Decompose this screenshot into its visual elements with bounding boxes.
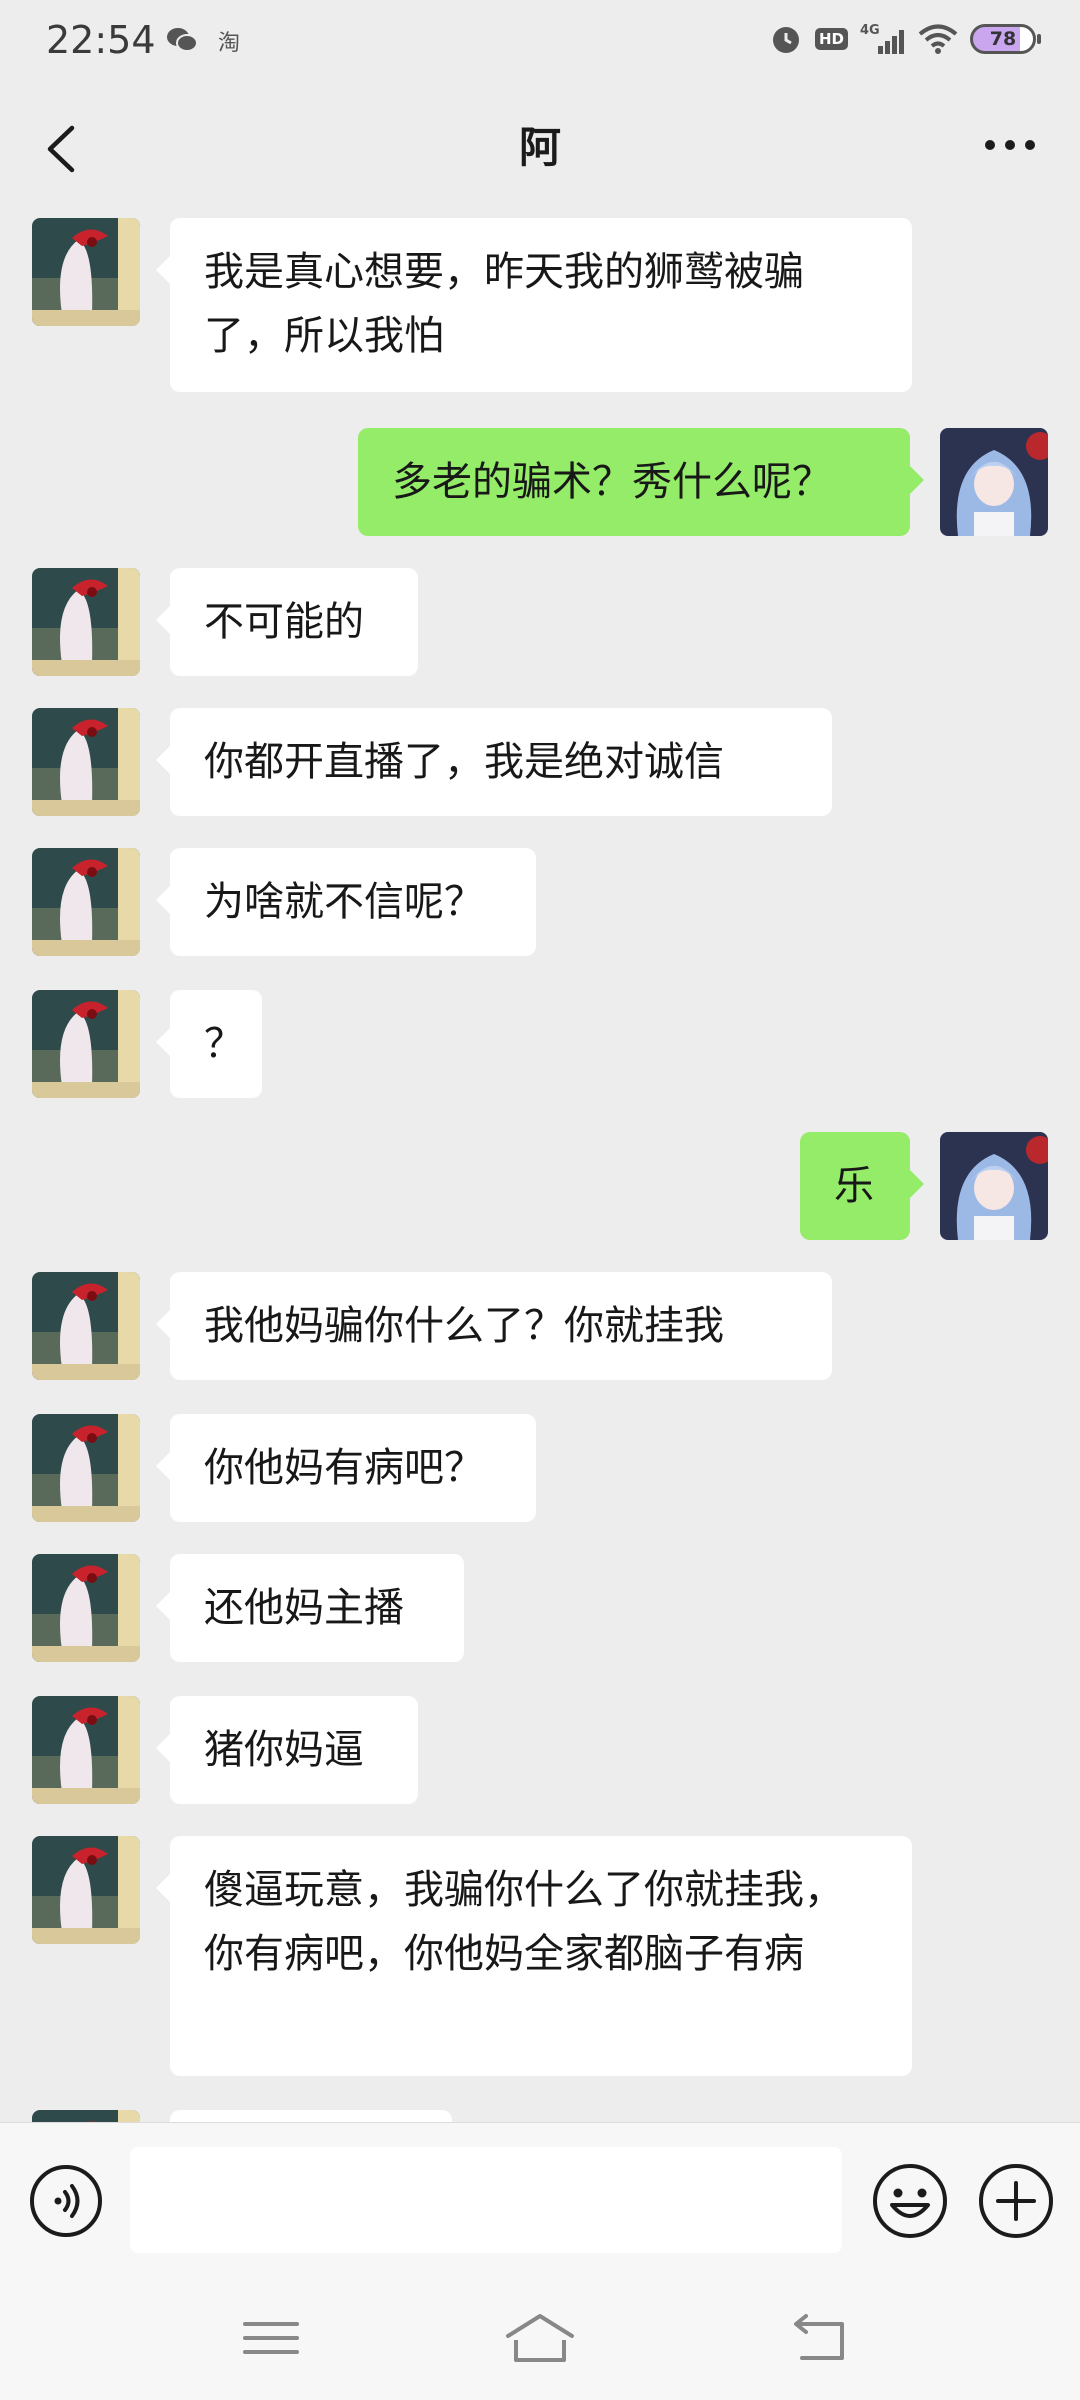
- battery-level: 78: [989, 28, 1017, 50]
- signal-icon: 4G: [860, 23, 904, 54]
- chat-header: 阿: [0, 84, 1080, 214]
- contact-avatar[interactable]: [32, 2110, 140, 2122]
- message-row-incoming: ？: [0, 990, 1080, 1098]
- plus-icon[interactable]: [976, 2161, 1056, 2241]
- chat-message-list[interactable]: 我是真心想要，昨天我的狮鹫被骗了，所以我怕多老的骗术？秀什么呢？ 不可能的你都开直…: [0, 214, 1080, 2122]
- message-bubble[interactable]: 乐: [800, 1132, 924, 1240]
- status-notification-icons: 淘: [166, 26, 246, 56]
- message-row-outgoing: 多老的骗术？秀什么呢？: [0, 428, 1080, 536]
- alarm-icon: [772, 27, 799, 53]
- contact-avatar[interactable]: [32, 1554, 140, 1662]
- system-navigation-bar: [0, 2278, 1080, 2400]
- message-bubble[interactable]: 为啥就不信呢？: [156, 848, 536, 956]
- self-avatar[interactable]: [940, 428, 1048, 536]
- status-bar: 22:54 淘 HD 4G 78: [0, 0, 1080, 84]
- message-row-incoming: 为啥就不信呢？: [0, 848, 1080, 956]
- contact-avatar[interactable]: [32, 1696, 140, 1804]
- contact-avatar[interactable]: [32, 708, 140, 816]
- message-row-incoming: 不可能的: [0, 568, 1080, 676]
- svg-text:淘: 淘: [218, 31, 240, 56]
- contact-avatar[interactable]: [32, 1414, 140, 1522]
- contact-avatar[interactable]: [32, 1836, 140, 1944]
- self-avatar[interactable]: [940, 1132, 1048, 1240]
- contact-avatar[interactable]: [32, 848, 140, 956]
- message-input-bar: [0, 2122, 1080, 2279]
- message-row-incoming: 我他妈骗你什么了？你就挂我: [0, 1272, 1080, 1380]
- network-label: 4G: [860, 23, 880, 38]
- message-bubble[interactable]: 不可能的: [156, 568, 418, 676]
- more-dots-icon[interactable]: [970, 120, 1050, 170]
- voice-icon[interactable]: [28, 2163, 104, 2239]
- contact-avatar[interactable]: [32, 568, 140, 676]
- message-input[interactable]: [130, 2147, 842, 2253]
- message-bubble[interactable]: 傻逼玩意，我骗你什么了你就挂我，你有病吧，你他妈全家都脑子有病: [156, 1836, 912, 2076]
- contact-avatar[interactable]: [32, 990, 140, 1098]
- message-bubble[interactable]: 多老的骗术？秀什么呢？: [358, 428, 924, 536]
- hd-badge: HD: [814, 28, 848, 50]
- contact-avatar[interactable]: [32, 1272, 140, 1380]
- message-row-incoming: 傻逼玩意，我骗你什么了你就挂我，你有病吧，你他妈全家都脑子有病: [0, 1836, 1080, 2076]
- message-bubble[interactable]: 猪你妈逼: [156, 1696, 418, 1804]
- message-row-incoming: 你他妈有病吧？: [0, 1414, 1080, 1522]
- wechat-icon: [167, 28, 198, 52]
- contact-avatar[interactable]: [32, 218, 140, 326]
- message-bubble[interactable]: 你他妈有病吧？: [156, 1414, 536, 1522]
- message-row-incoming: [0, 2110, 1080, 2122]
- message-bubble[interactable]: 还他妈主播: [156, 1554, 464, 1662]
- wifi-icon: [918, 24, 958, 54]
- message-bubble[interactable]: [170, 2110, 452, 2122]
- message-bubble[interactable]: ？: [156, 990, 262, 1098]
- menu-icon[interactable]: [231, 2308, 311, 2368]
- status-system-icons: HD 4G 78: [769, 22, 1041, 56]
- message-bubble[interactable]: 你都开直播了，我是绝对诚信: [156, 708, 832, 816]
- message-row-incoming: 还他妈主播: [0, 1554, 1080, 1662]
- message-row-incoming: 你都开直播了，我是绝对诚信: [0, 708, 1080, 816]
- message-row-incoming: 猪你妈逼: [0, 1696, 1080, 1804]
- home-icon[interactable]: [500, 2308, 580, 2368]
- message-bubble[interactable]: 我是真心想要，昨天我的狮鹫被骗了，所以我怕: [156, 218, 912, 392]
- emoji-icon[interactable]: [870, 2161, 950, 2241]
- return-icon[interactable]: [782, 2308, 862, 2368]
- chat-title: 阿: [518, 123, 561, 172]
- status-time: 22:54: [46, 18, 156, 62]
- message-row-incoming: 我是真心想要，昨天我的狮鹫被骗了，所以我怕: [0, 218, 1080, 392]
- message-bubble[interactable]: 我他妈骗你什么了？你就挂我: [156, 1272, 832, 1380]
- taobao-icon: 淘: [218, 31, 240, 56]
- battery-indicator: 78: [970, 24, 1041, 54]
- message-row-outgoing: 乐: [0, 1132, 1080, 1240]
